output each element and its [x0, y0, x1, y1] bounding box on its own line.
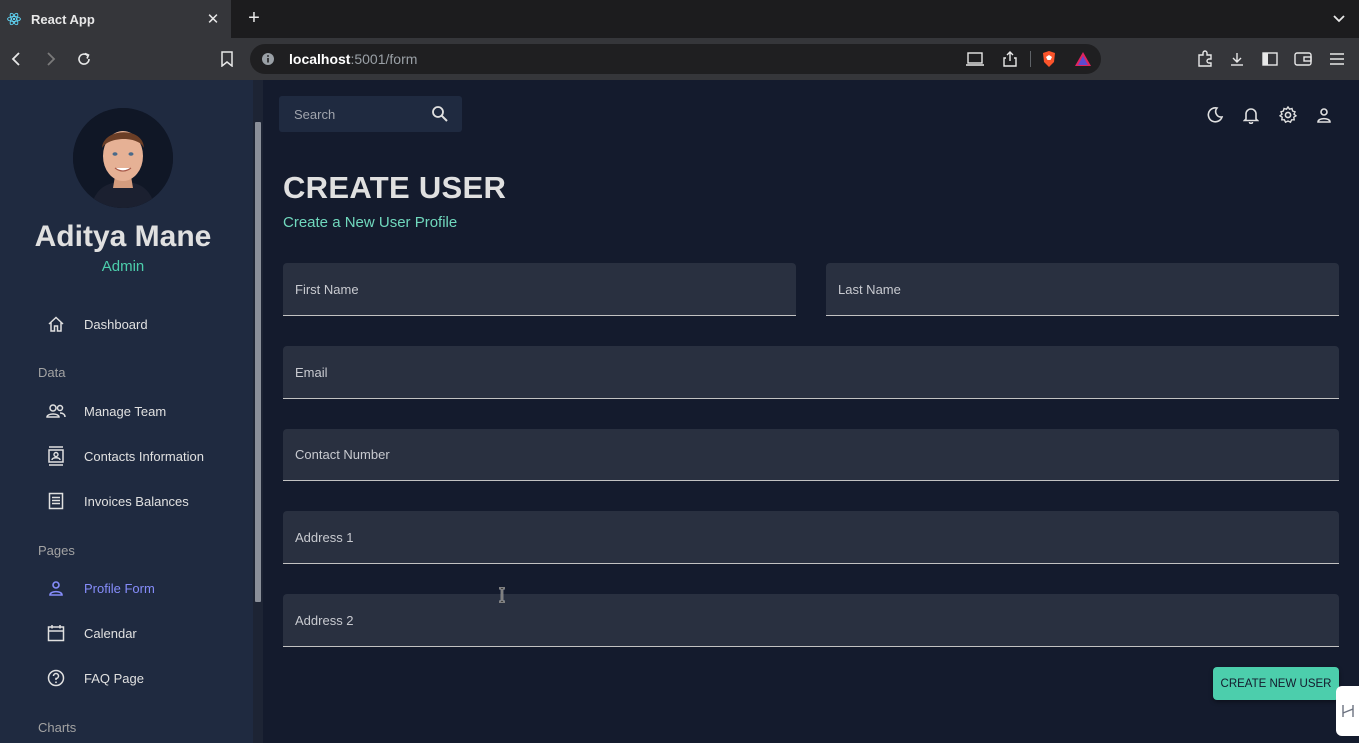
person-icon[interactable]	[1314, 105, 1334, 125]
page-subtitle: Create a New User Profile	[283, 214, 458, 231]
tab-search-chevron-icon[interactable]	[1331, 10, 1347, 26]
reload-icon[interactable]	[73, 48, 95, 70]
bookmark-icon[interactable]	[216, 48, 238, 70]
dark-mode-icon[interactable]	[1205, 105, 1225, 125]
back-icon[interactable]	[6, 48, 28, 70]
user-role: Admin	[101, 258, 145, 275]
email-field	[283, 346, 1339, 399]
browser-menu-icon[interactable]	[1327, 49, 1347, 69]
sidebar-item-manage-team[interactable]: Manage Team	[46, 399, 166, 423]
contact-number-field	[283, 429, 1339, 481]
address-2-field	[283, 594, 1339, 647]
sidebar-item-label: Calendar	[84, 625, 137, 641]
extensions-icon[interactable]	[1195, 49, 1215, 69]
sidebar-item-label: Contacts Information	[84, 448, 204, 464]
last-name-input[interactable]	[826, 263, 1339, 315]
contacts-icon	[46, 446, 66, 466]
forward-icon[interactable]	[39, 48, 61, 70]
sidebar-item-label: Invoices Balances	[84, 493, 189, 509]
sidebar-item-dashboard[interactable]: Dashboard	[46, 312, 148, 336]
search-input[interactable]	[294, 96, 429, 132]
sidebar-item-profile-form[interactable]: Profile Form	[46, 576, 155, 600]
new-tab-icon[interactable]: +	[244, 8, 264, 28]
people-icon	[46, 401, 66, 421]
sidebar-item-invoices-balances[interactable]: Invoices Balances	[46, 489, 189, 513]
address-1-input[interactable]	[283, 511, 1339, 563]
sidebar-item-faq-page[interactable]: FAQ Page	[46, 666, 144, 690]
site-info-icon[interactable]	[261, 52, 275, 66]
search-box	[279, 96, 462, 132]
contact-number-input[interactable]	[283, 429, 1339, 480]
wallet-icon[interactable]	[1293, 49, 1313, 69]
first-name-input[interactable]	[283, 263, 796, 315]
browser-tab[interactable]: React App ✕	[0, 0, 231, 38]
sidebar-item-label: Dashboard	[84, 316, 148, 332]
downloads-icon[interactable]	[1227, 49, 1247, 69]
notifications-icon[interactable]	[1241, 105, 1261, 125]
close-tab-icon[interactable]: ✕	[203, 10, 223, 28]
section-label-data: Data	[38, 365, 66, 380]
sidebar-item-label: Manage Team	[84, 403, 167, 419]
react-logo-icon	[7, 12, 21, 26]
sidebar-toggle-icon[interactable]	[1260, 49, 1280, 69]
sidebar-item-label: Profile Form	[84, 580, 155, 596]
main-content: CREATE USER Create a New User Profile CR…	[263, 80, 1359, 743]
url-text: localhost:5001/form	[289, 51, 418, 67]
sidebar-item-calendar[interactable]: Calendar	[46, 621, 137, 645]
create-new-user-button[interactable]: CREATE NEW USER	[1213, 667, 1339, 700]
home-icon	[46, 314, 66, 334]
browser-toolbar: localhost:5001/form	[0, 38, 1359, 80]
brave-rewards-icon[interactable]	[1074, 51, 1092, 67]
calendar-icon	[46, 623, 66, 643]
help-icon	[46, 668, 66, 688]
sidebar: Aditya Mane Admin Dashboard Data Manage …	[0, 80, 253, 743]
receipt-icon	[46, 491, 66, 511]
settings-icon[interactable]	[1278, 105, 1298, 125]
sidebar-scrollbar[interactable]	[253, 80, 263, 743]
address-bar[interactable]: localhost:5001/form	[250, 44, 1101, 74]
address-2-input[interactable]	[283, 594, 1339, 646]
section-label-charts: Charts	[38, 720, 77, 735]
floating-tool-icon[interactable]	[1336, 686, 1359, 736]
sidebar-item-contacts-information[interactable]: Contacts Information	[46, 444, 204, 468]
page-title: CREATE USER	[283, 170, 507, 205]
brave-shields-icon[interactable]	[1040, 51, 1058, 67]
address-1-field	[283, 511, 1339, 564]
omnibox-divider	[1030, 51, 1031, 67]
tab-title: React App	[31, 11, 95, 27]
cast-icon[interactable]	[966, 51, 984, 67]
search-icon[interactable]	[431, 105, 449, 123]
person-icon	[46, 578, 66, 598]
browser-tab-bar: React App ✕ +	[0, 0, 1359, 38]
user-name: Aditya Mane	[34, 220, 212, 253]
avatar	[73, 108, 173, 208]
scrollbar-thumb[interactable]	[255, 122, 261, 602]
last-name-field	[826, 263, 1339, 316]
email-input[interactable]	[283, 346, 1339, 398]
first-name-field	[283, 263, 796, 316]
text-cursor-icon	[497, 586, 507, 604]
share-icon[interactable]	[1001, 51, 1019, 67]
section-label-pages: Pages	[38, 543, 75, 558]
sidebar-item-label: FAQ Page	[84, 670, 144, 686]
